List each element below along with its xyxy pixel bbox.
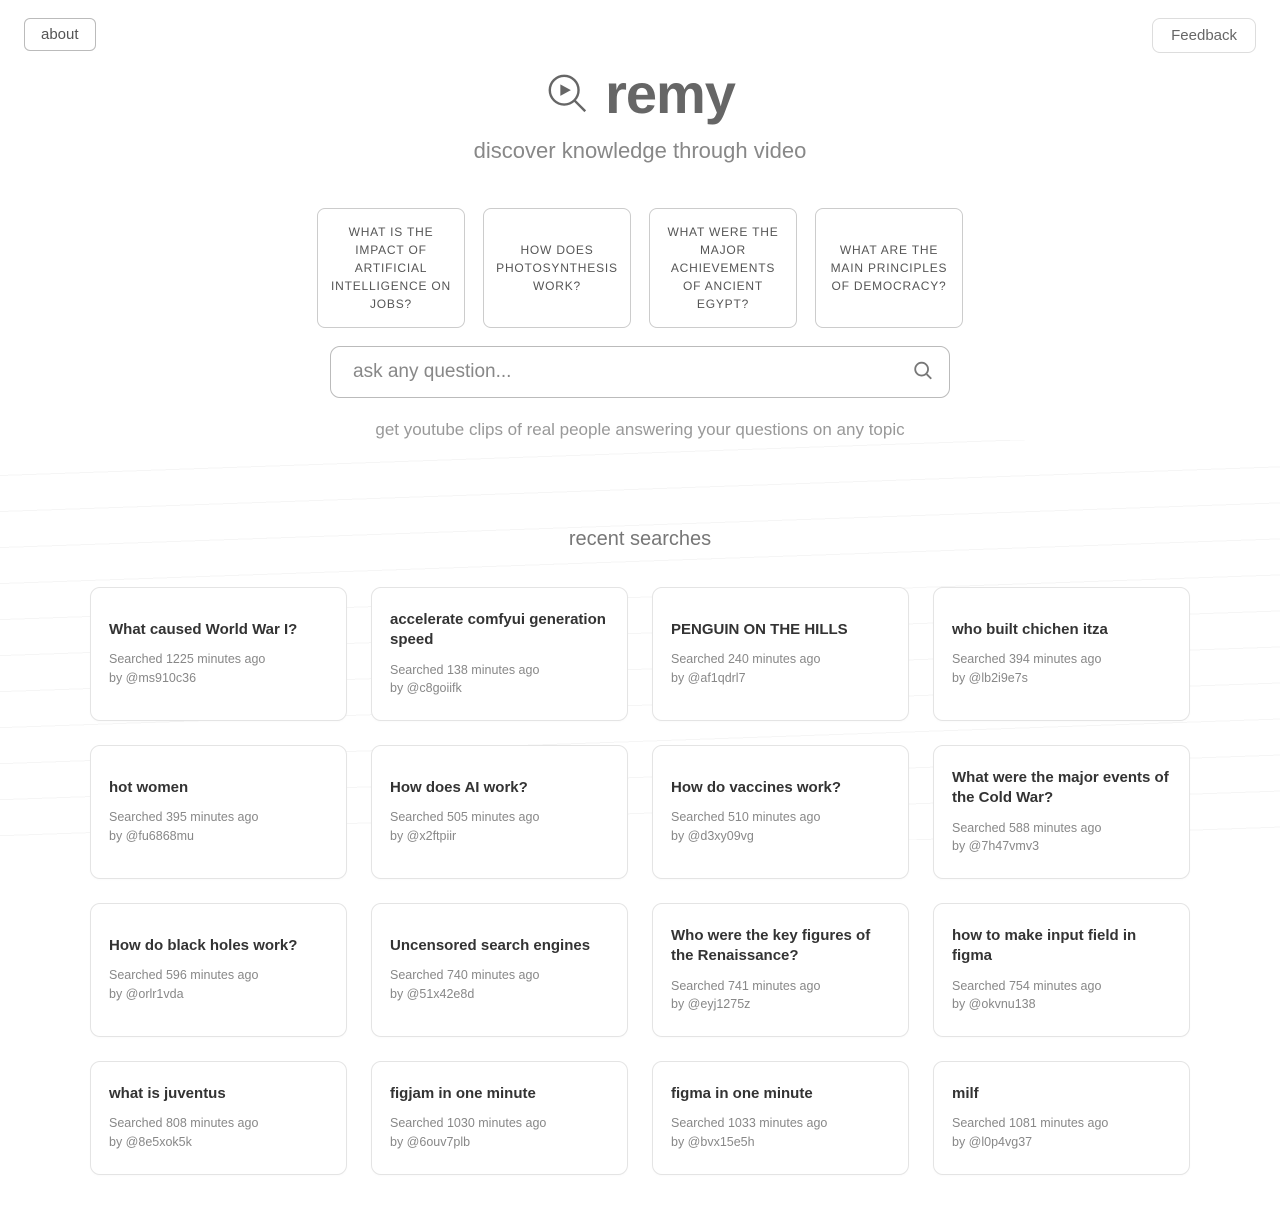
search-play-icon	[545, 71, 591, 117]
recent-search-time: Searched 240 minutes ago	[671, 650, 890, 669]
recent-search-author: by @l0p4vg37	[952, 1133, 1171, 1152]
recent-search-time: Searched 741 minutes ago	[671, 977, 890, 996]
recent-search-card[interactable]: figjam in one minute Searched 1030 minute…	[371, 1061, 628, 1175]
recent-search-title: who built chichen itza	[952, 620, 1171, 640]
recent-search-time: Searched 394 minutes ago	[952, 650, 1171, 669]
recent-search-title: hot women	[109, 778, 328, 798]
search-icon	[912, 370, 934, 385]
recent-search-author: by @c8goiifk	[390, 679, 609, 698]
recent-search-card[interactable]: Who were the key figures of the Renaissa…	[652, 903, 909, 1037]
logo-text: remy	[605, 61, 735, 126]
recent-search-time: Searched 596 minutes ago	[109, 966, 328, 985]
recent-search-title: Uncensored search engines	[390, 936, 609, 956]
recent-search-title: accelerate comfyui generation speed	[390, 610, 609, 651]
recent-search-author: by @af1qdrl7	[671, 669, 890, 688]
recent-search-time: Searched 754 minutes ago	[952, 977, 1171, 996]
hero-section: remy discover knowledge through video WH…	[0, 61, 1280, 440]
recent-search-author: by @8e5xok5k	[109, 1133, 328, 1152]
recent-search-title: What were the major events of the Cold W…	[952, 768, 1171, 809]
search-submit-button[interactable]	[912, 360, 934, 385]
recent-search-author: by @6ouv7plb	[390, 1133, 609, 1152]
recent-search-time: Searched 808 minutes ago	[109, 1114, 328, 1133]
recent-search-title: How do vaccines work?	[671, 778, 890, 798]
recent-search-time: Searched 138 minutes ago	[390, 661, 609, 680]
recent-search-author: by @lb2i9e7s	[952, 669, 1171, 688]
feedback-button[interactable]: Feedback	[1152, 18, 1256, 53]
recent-search-time: Searched 740 minutes ago	[390, 966, 609, 985]
recent-search-title: What caused World War I?	[109, 620, 328, 640]
recent-search-card[interactable]: milf Searched 1081 minutes agoby @l0p4vg3…	[933, 1061, 1190, 1175]
tagline: discover knowledge through video	[0, 138, 1280, 164]
recent-search-card[interactable]: What were the major events of the Cold W…	[933, 745, 1190, 879]
recent-search-title: How does AI work?	[390, 778, 609, 798]
search-input[interactable]	[330, 346, 950, 398]
recent-search-title: figma in one minute	[671, 1084, 890, 1104]
search-container	[330, 346, 950, 398]
recent-search-time: Searched 1030 minutes ago	[390, 1114, 609, 1133]
recent-search-card[interactable]: accelerate comfyui generation speed Searc…	[371, 587, 628, 721]
recent-search-author: by @x2ftpiir	[390, 827, 609, 846]
recent-search-card[interactable]: Uncensored search engines Searched 740 mi…	[371, 903, 628, 1037]
logo: remy	[0, 61, 1280, 126]
recent-search-title: Who were the key figures of the Renaissa…	[671, 926, 890, 967]
recent-search-title: milf	[952, 1084, 1171, 1104]
recent-searches-grid: What caused World War I? Searched 1225 mi…	[0, 551, 1280, 1215]
recent-search-title: how to make input field in figma	[952, 926, 1171, 967]
recent-search-card[interactable]: How do black holes work? Searched 596 min…	[90, 903, 347, 1037]
recent-search-title: PENGUIN ON THE HILLS	[671, 620, 890, 640]
recent-search-card[interactable]: figma in one minute Searched 1033 minutes…	[652, 1061, 909, 1175]
recent-search-card[interactable]: What caused World War I? Searched 1225 mi…	[90, 587, 347, 721]
recent-search-time: Searched 1225 minutes ago	[109, 650, 328, 669]
recent-search-card[interactable]: how to make input field in figma Searched…	[933, 903, 1190, 1037]
recent-search-time: Searched 588 minutes ago	[952, 819, 1171, 838]
recent-search-author: by @d3xy09vg	[671, 827, 890, 846]
suggestion-card[interactable]: WHAT IS THE IMPACT OF ARTIFICIAL INTELLI…	[317, 208, 465, 328]
recent-search-card[interactable]: How does AI work? Searched 505 minutes ag…	[371, 745, 628, 879]
recent-search-author: by @fu6868mu	[109, 827, 328, 846]
recent-search-time: Searched 1033 minutes ago	[671, 1114, 890, 1133]
recent-search-author: by @7h47vmv3	[952, 837, 1171, 856]
recent-search-time: Searched 1081 minutes ago	[952, 1114, 1171, 1133]
recent-search-author: by @ms910c36	[109, 669, 328, 688]
suggestion-card[interactable]: HOW DOES PHOTOSYNTHESIS WORK?	[483, 208, 631, 328]
recent-search-author: by @okvnu138	[952, 995, 1171, 1014]
recent-search-title: How do black holes work?	[109, 936, 328, 956]
recent-search-time: Searched 505 minutes ago	[390, 808, 609, 827]
suggestion-row: WHAT IS THE IMPACT OF ARTIFICIAL INTELLI…	[0, 208, 1280, 328]
suggestion-card[interactable]: WHAT ARE THE MAIN PRINCIPLES OF DEMOCRAC…	[815, 208, 963, 328]
recent-search-author: by @eyj1275z	[671, 995, 890, 1014]
recent-search-author: by @bvx15e5h	[671, 1133, 890, 1152]
recent-search-title: figjam in one minute	[390, 1084, 609, 1104]
subtext: get youtube clips of real people answeri…	[0, 420, 1280, 440]
recent-search-author: by @51x42e8d	[390, 985, 609, 1004]
recent-search-card[interactable]: who built chichen itza Searched 394 minut…	[933, 587, 1190, 721]
recent-searches-header: recent searches	[0, 528, 1280, 551]
recent-search-author: by @orlr1vda	[109, 985, 328, 1004]
recent-search-time: Searched 510 minutes ago	[671, 808, 890, 827]
suggestion-card[interactable]: WHAT WERE THE MAJOR ACHIEVEMENTS OF ANCI…	[649, 208, 797, 328]
recent-search-time: Searched 395 minutes ago	[109, 808, 328, 827]
recent-search-card[interactable]: PENGUIN ON THE HILLS Searched 240 minutes…	[652, 587, 909, 721]
recent-search-card[interactable]: How do vaccines work? Searched 510 minute…	[652, 745, 909, 879]
recent-search-card[interactable]: hot women Searched 395 minutes agoby @fu6…	[90, 745, 347, 879]
recent-search-title: what is juventus	[109, 1084, 328, 1104]
about-button[interactable]: about	[24, 18, 96, 51]
recent-search-card[interactable]: what is juventus Searched 808 minutes ago…	[90, 1061, 347, 1175]
